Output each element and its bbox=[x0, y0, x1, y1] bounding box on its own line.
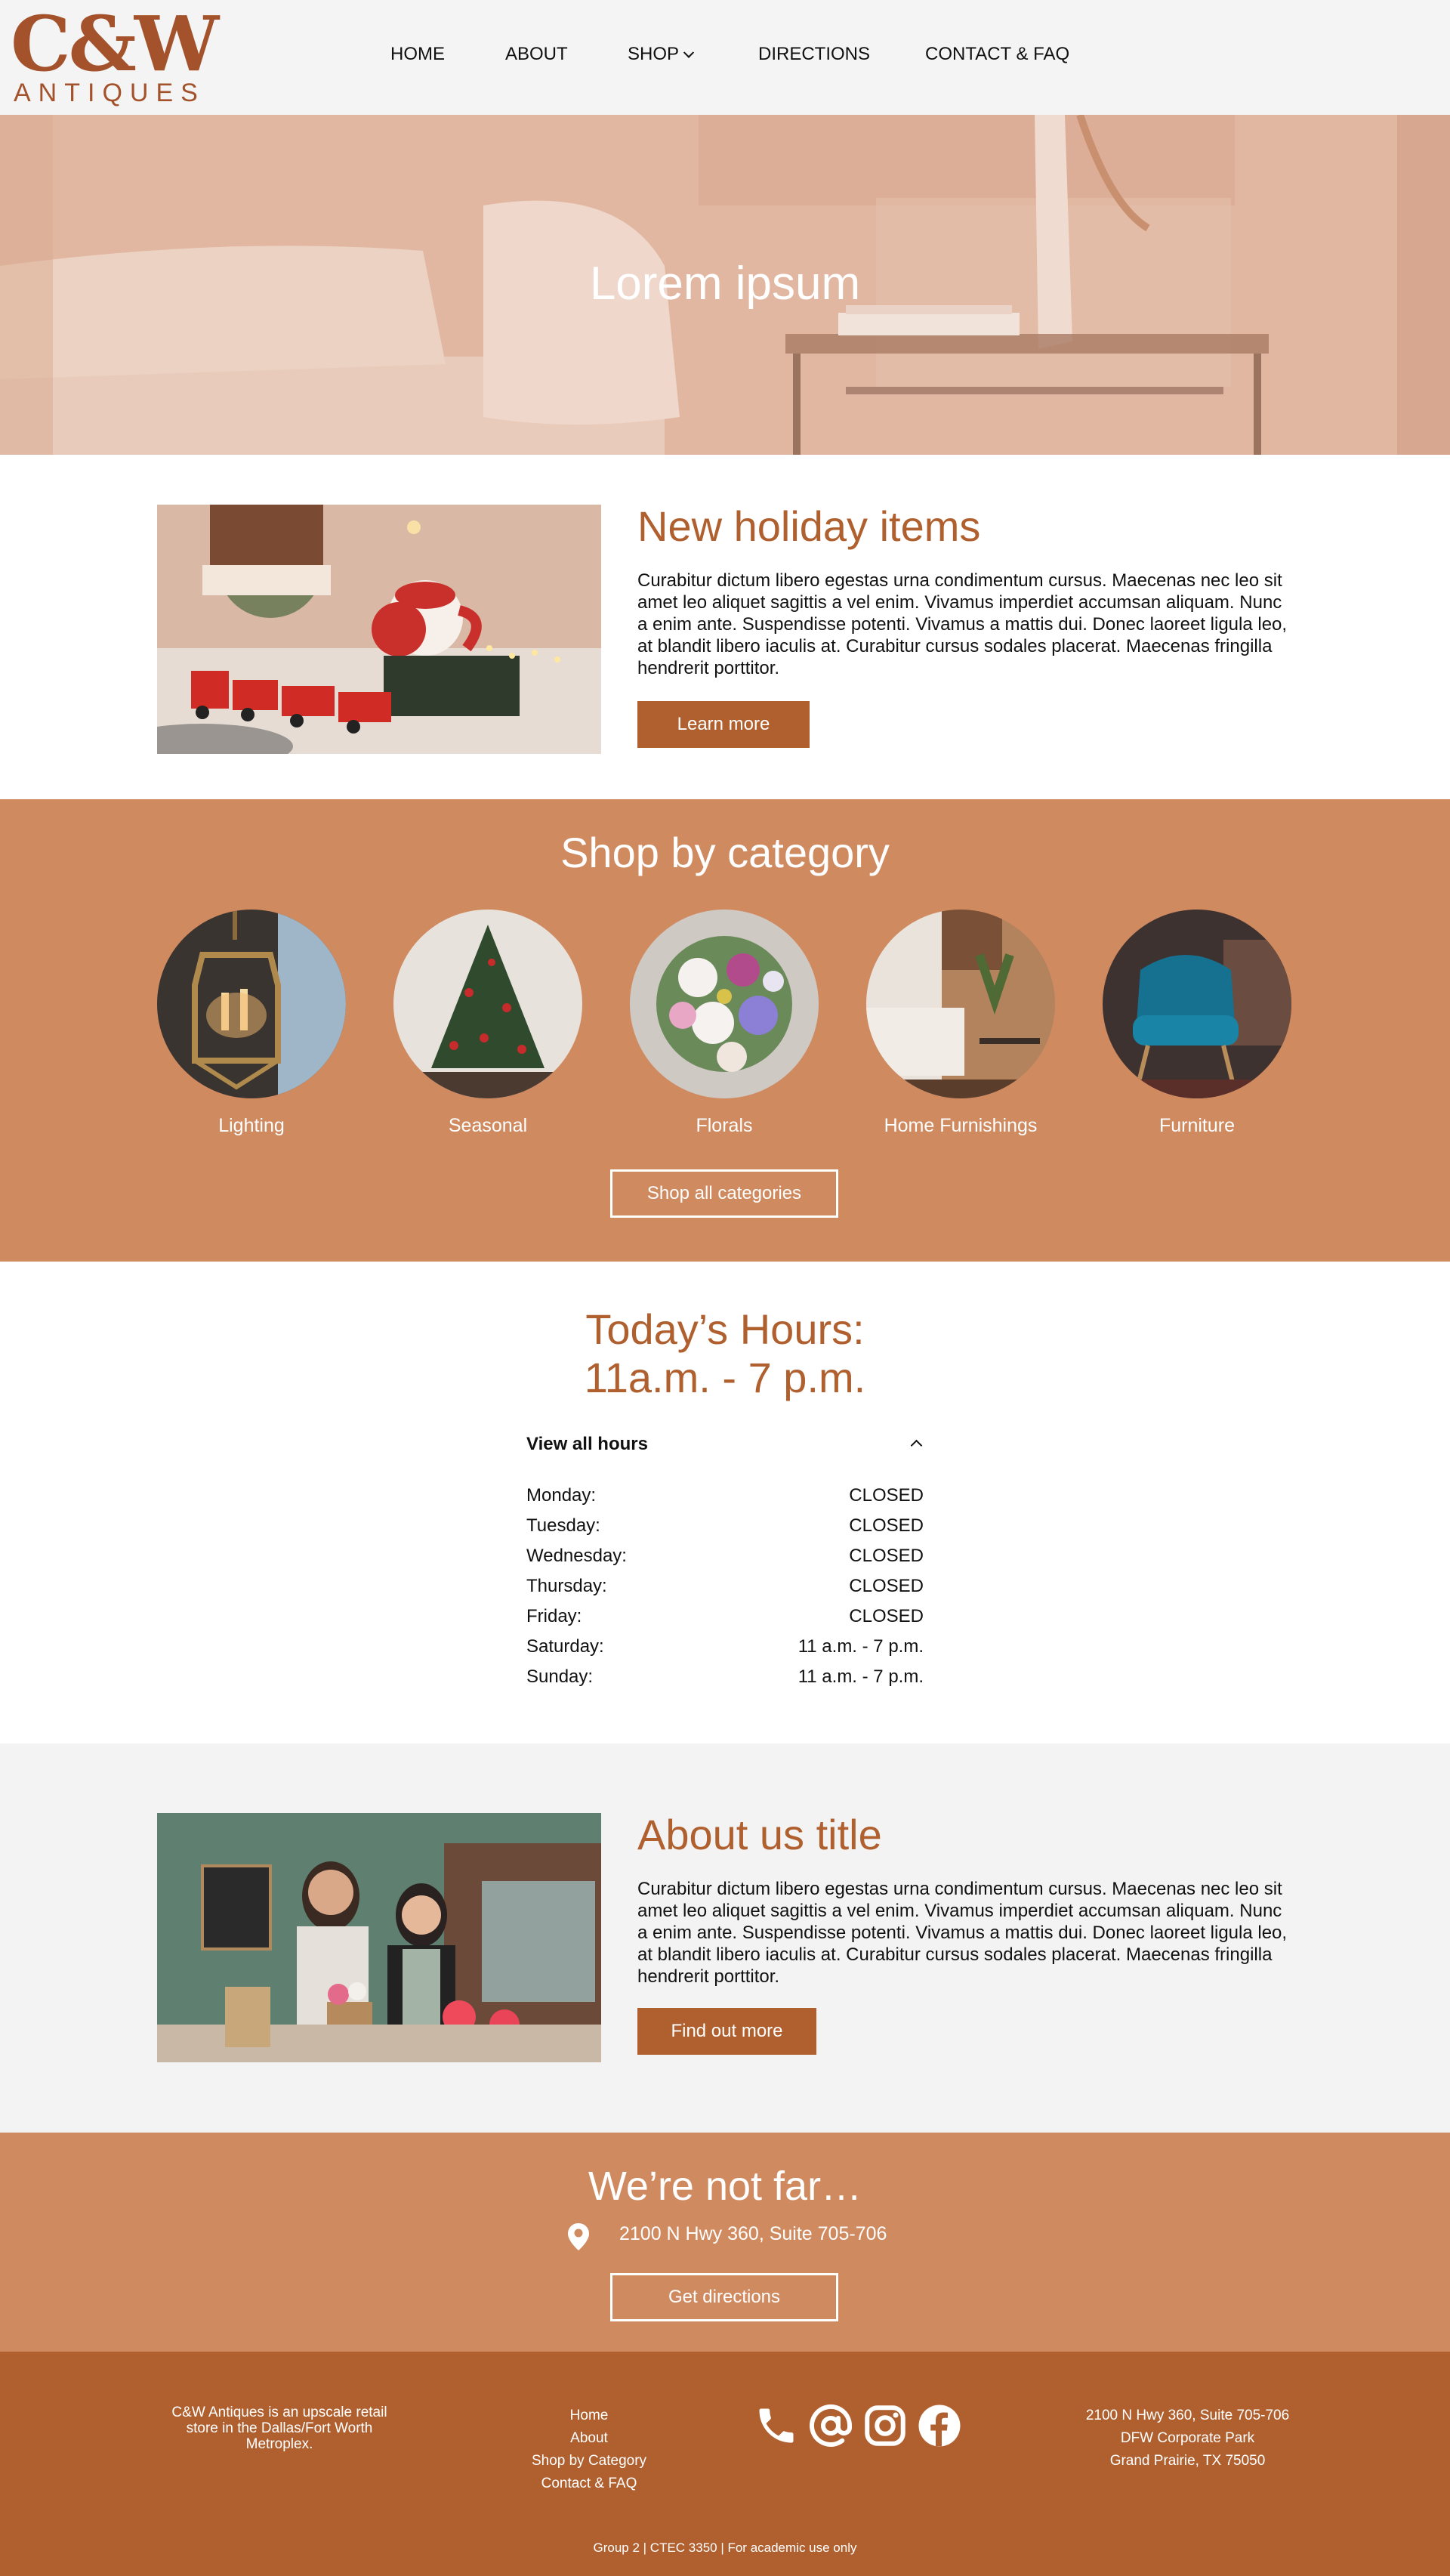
hours-day: Tuesday: bbox=[526, 1515, 600, 1536]
hours-row: Monday: CLOSED bbox=[526, 1485, 924, 1515]
instagram-icon[interactable] bbox=[862, 2403, 908, 2448]
about-body: Curabitur dictum libero egestas urna con… bbox=[637, 1879, 1288, 1987]
hours-value: CLOSED bbox=[849, 1485, 924, 1506]
directions-section: We’re not far… 2100 N Hwy 360, Suite 705… bbox=[0, 2133, 1450, 2352]
footer-about: C&W Antiques is an upscale retail store … bbox=[171, 2405, 387, 2452]
hours-row: Tuesday: CLOSED bbox=[526, 1515, 924, 1546]
view-all-hours-toggle[interactable]: View all hours bbox=[526, 1434, 925, 1456]
hours-row: Friday: CLOSED bbox=[526, 1606, 924, 1636]
chevron-down-icon bbox=[683, 47, 695, 58]
about-title: About us title bbox=[637, 1811, 882, 1858]
hours-value: CLOSED bbox=[849, 1576, 924, 1596]
nav-shop-label: SHOP bbox=[628, 44, 680, 64]
furniture-image bbox=[1103, 910, 1291, 1098]
category-home-furnishings[interactable]: Home Furnishings bbox=[866, 910, 1055, 1137]
main-nav: HOME ABOUT SHOP DIRECTIONS CONTACT & FAQ bbox=[0, 44, 1450, 71]
hours-row: Saturday: 11 a.m. - 7 p.m. bbox=[526, 1636, 924, 1666]
todays-hours-value: 11a.m. - 7 p.m. bbox=[584, 1354, 866, 1401]
holiday-title: New holiday items bbox=[637, 502, 981, 550]
todays-hours-title: Today’s Hours: 11a.m. - 7 p.m. bbox=[0, 1305, 1450, 1402]
shop-by-category-section: Shop by category Lighting Seasonal Flora… bbox=[0, 799, 1450, 1262]
hours-row: Thursday: CLOSED bbox=[526, 1576, 924, 1606]
category-lighting[interactable]: Lighting bbox=[157, 910, 346, 1137]
social-icons bbox=[754, 2403, 961, 2451]
footer-link-about[interactable]: About bbox=[514, 2427, 665, 2450]
todays-hours-label: Today’s Hours: bbox=[585, 1305, 865, 1353]
find-out-more-button[interactable]: Find out more bbox=[637, 2008, 816, 2055]
nav-home[interactable]: HOME bbox=[390, 44, 445, 65]
hours-value: CLOSED bbox=[849, 1606, 924, 1626]
footer-address-line: Grand Prairie, TX 75050 bbox=[1109, 2453, 1266, 2469]
hours-value: 11 a.m. - 7 p.m. bbox=[798, 1666, 924, 1687]
category-lighting-label: Lighting bbox=[218, 1115, 285, 1136]
phone-icon[interactable] bbox=[754, 2403, 799, 2448]
category-furniture[interactable]: Furniture bbox=[1103, 910, 1291, 1137]
home-furnishings-image bbox=[866, 910, 1055, 1098]
hours-day: Sunday: bbox=[526, 1666, 594, 1687]
nav-shop[interactable]: SHOP bbox=[628, 44, 695, 65]
holiday-body: Curabitur dictum libero egestas urna con… bbox=[637, 570, 1288, 678]
at-sign-icon[interactable] bbox=[808, 2403, 853, 2448]
nav-directions[interactable]: DIRECTIONS bbox=[758, 44, 870, 65]
category-florals[interactable]: Florals bbox=[630, 910, 819, 1137]
logo-subtitle: ANTIQUES bbox=[14, 79, 205, 107]
hero-title: Lorem ipsum bbox=[589, 258, 861, 310]
hours-day: Wednesday: bbox=[526, 1546, 627, 1566]
lighting-image bbox=[157, 910, 346, 1098]
hours-day: Monday: bbox=[526, 1485, 597, 1506]
hours-value: CLOSED bbox=[849, 1515, 924, 1536]
category-seasonal[interactable]: Seasonal bbox=[393, 910, 582, 1137]
chevron-up-icon bbox=[910, 1439, 923, 1452]
category-furniture-label: Furniture bbox=[1158, 1115, 1236, 1136]
shop-all-categories-button[interactable]: Shop all categories bbox=[610, 1169, 838, 1218]
directions-title: We’re not far… bbox=[588, 2164, 862, 2209]
nav-about[interactable]: ABOUT bbox=[505, 44, 568, 65]
facebook-icon[interactable] bbox=[917, 2403, 962, 2448]
hours-day: Friday: bbox=[526, 1606, 582, 1626]
about-section: About us title Curabitur dictum libero e… bbox=[0, 1744, 1450, 2133]
footer-address-line: DFW Corporate Park bbox=[1120, 2430, 1255, 2446]
category-florals-label: Florals bbox=[696, 1115, 753, 1136]
hours-row: Wednesday: CLOSED bbox=[526, 1546, 924, 1576]
footer-links: Home About Shop by Category Contact & FA… bbox=[514, 2405, 665, 2495]
category-title: Shop by category bbox=[560, 829, 890, 876]
hours-value: CLOSED bbox=[849, 1546, 924, 1566]
site-footer: C&W Antiques is an upscale retail store … bbox=[0, 2352, 1450, 2576]
category-home-furnishings-label: Home Furnishings bbox=[884, 1115, 1038, 1136]
footer-link-shop-by-category[interactable]: Shop by Category bbox=[514, 2450, 665, 2473]
seasonal-image bbox=[393, 910, 582, 1098]
holiday-image bbox=[157, 505, 601, 754]
about-image bbox=[157, 1813, 601, 2062]
footer-credits: Group 2 | CTEC 3350 | For academic use o… bbox=[593, 2540, 857, 2555]
hero-banner: Lorem ipsum bbox=[0, 115, 1450, 455]
map-pin-icon bbox=[568, 2223, 589, 2250]
footer-link-contact-faq[interactable]: Contact & FAQ bbox=[514, 2473, 665, 2495]
footer-address-line: 2100 N Hwy 360, Suite 705-706 bbox=[1085, 2408, 1290, 2423]
footer-link-home[interactable]: Home bbox=[514, 2405, 665, 2427]
view-all-hours-label: View all hours bbox=[526, 1434, 648, 1454]
learn-more-button[interactable]: Learn more bbox=[637, 701, 810, 748]
florals-image bbox=[630, 910, 819, 1098]
hours-value: 11 a.m. - 7 p.m. bbox=[798, 1636, 924, 1657]
hours-row: Sunday: 11 a.m. - 7 p.m. bbox=[526, 1666, 924, 1697]
hours-day: Saturday: bbox=[526, 1636, 604, 1657]
hours-day: Thursday: bbox=[526, 1576, 607, 1596]
get-directions-button[interactable]: Get directions bbox=[610, 2273, 838, 2321]
site-header: C&W ANTIQUES HOME ABOUT SHOP DIRECTIONS … bbox=[0, 0, 1450, 115]
nav-contact-faq[interactable]: CONTACT & FAQ bbox=[925, 44, 1069, 65]
footer-address: 2100 N Hwy 360, Suite 705-706 DFW Corpor… bbox=[1072, 2405, 1303, 2473]
directions-address: 2100 N Hwy 360, Suite 705-706 bbox=[619, 2223, 887, 2244]
category-seasonal-label: Seasonal bbox=[448, 1115, 528, 1136]
